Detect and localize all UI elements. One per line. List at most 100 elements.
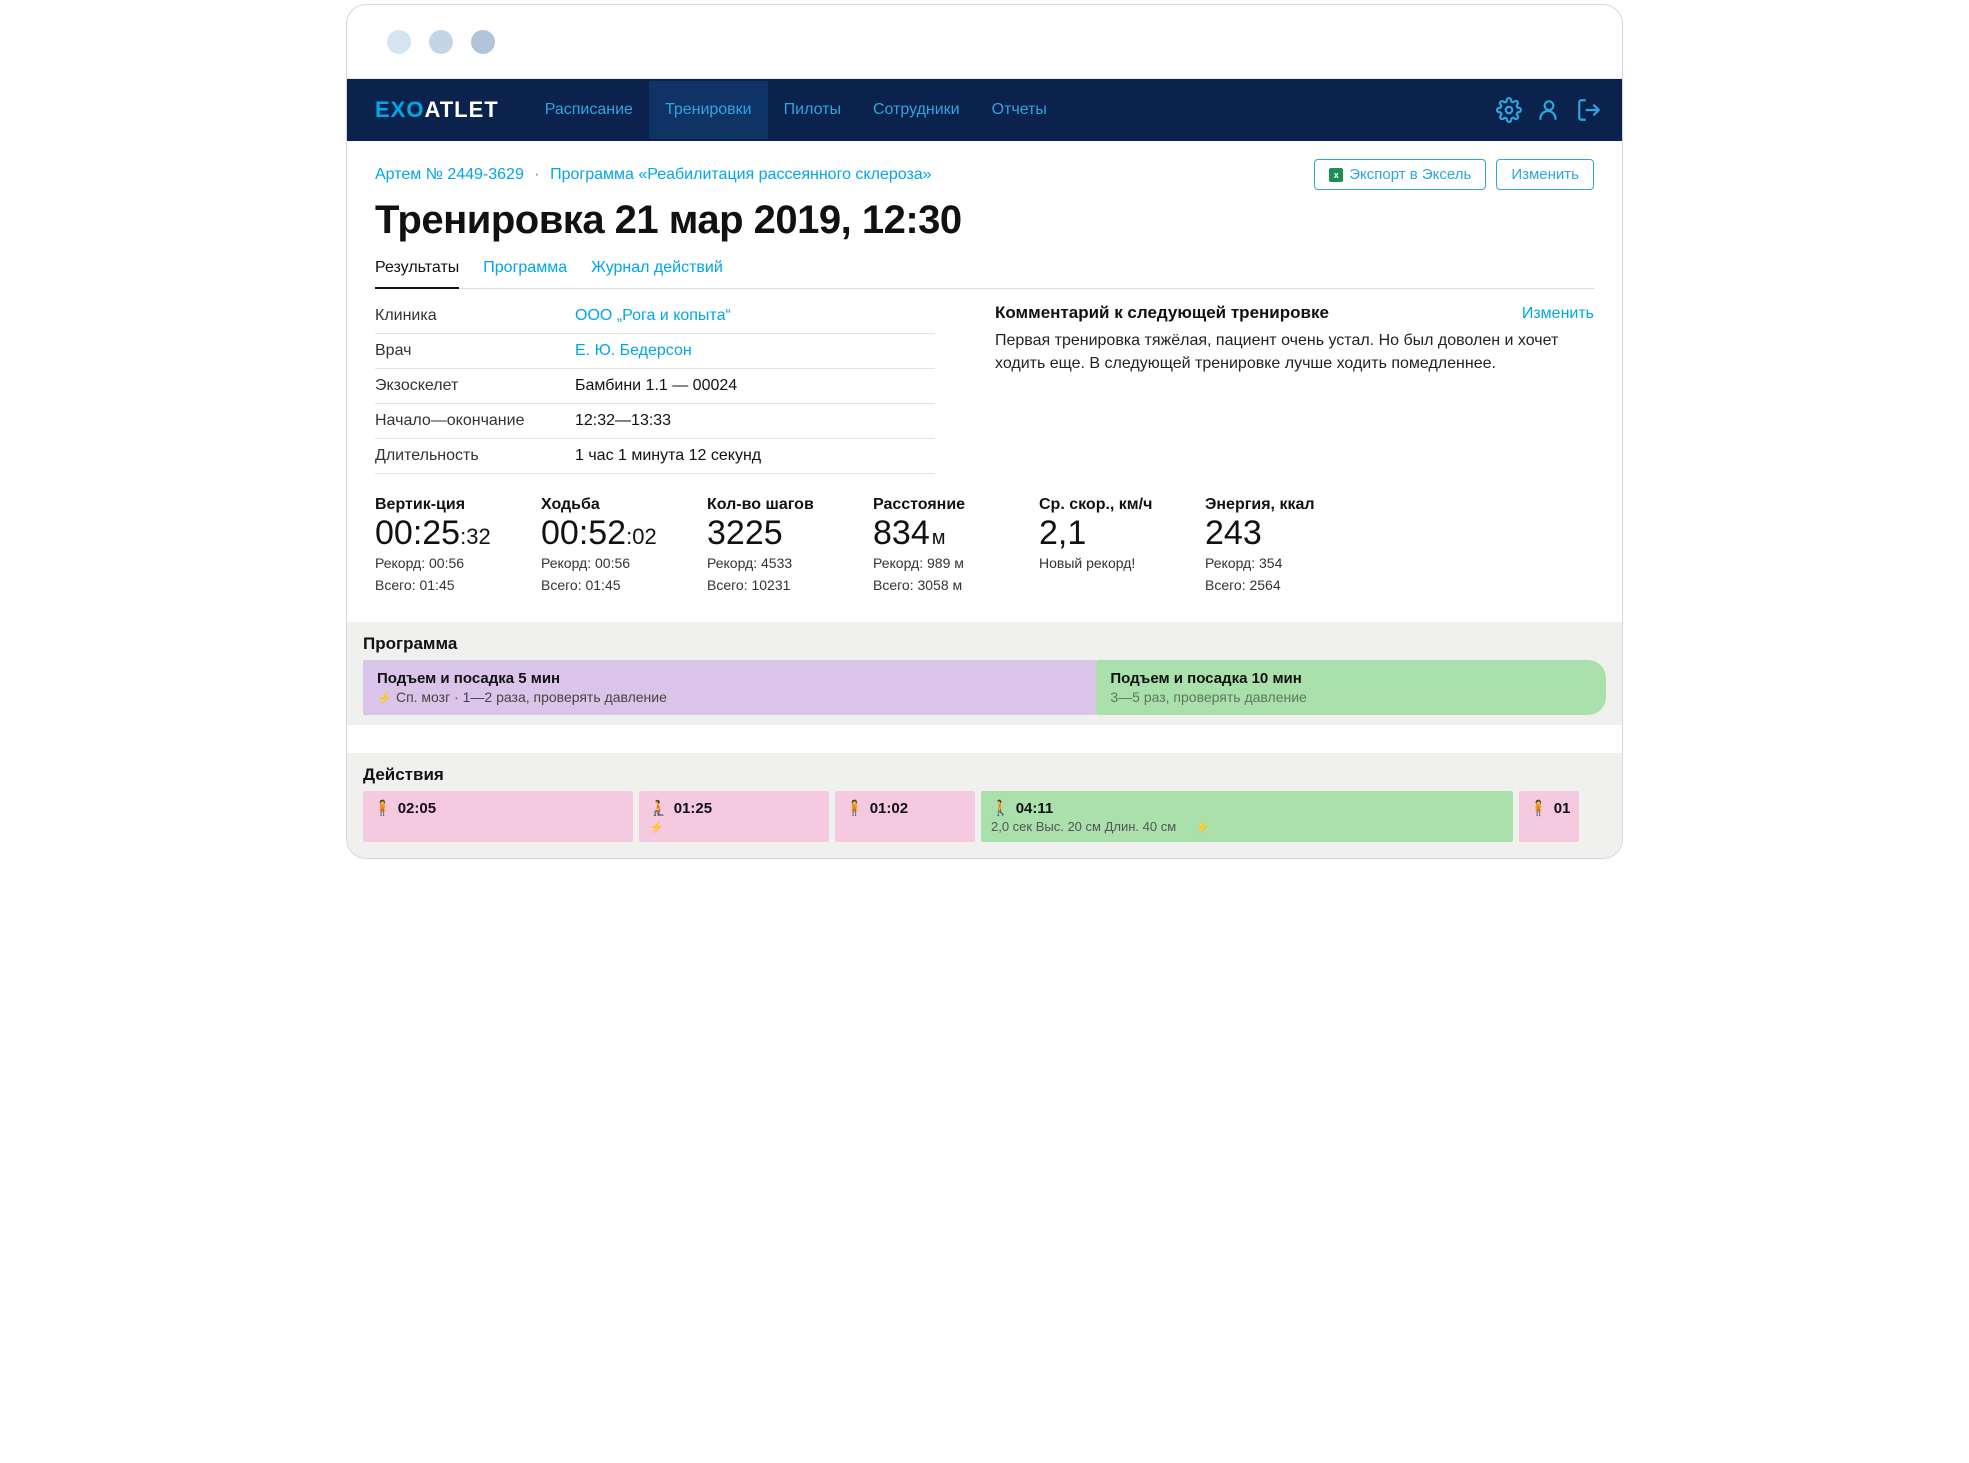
action-block[interactable]: 02:05: [363, 791, 633, 842]
breadcrumb-separator: ·: [534, 166, 539, 183]
stat-record: Рекорд: 00:56: [541, 554, 681, 572]
program-header: Программа: [347, 622, 1622, 660]
tab-action-log[interactable]: Журнал действий: [591, 253, 723, 288]
program-block-detail: 3—5 раз, проверять давление: [1110, 689, 1592, 705]
page-title: Тренировка 21 мар 2019, 12:30: [375, 198, 1594, 243]
stat-speed: Ср. скор., км/ч 2,1 Новый рекорд!: [1039, 496, 1179, 594]
info-doctor: Врач Е. Ю. Бедерсон: [375, 334, 935, 369]
stat-value: 00:52:02: [541, 516, 681, 550]
browser-window: EXOATLET Расписание Тренировки Пилоты Со…: [346, 4, 1623, 859]
bolt-icon: [1195, 819, 1210, 834]
action-block[interactable]: 04:11 2,0 сек Выс. 20 см Длин. 40 см: [981, 791, 1513, 842]
stat-total: Всего: 01:45: [375, 576, 515, 594]
stat-energy: Энергия, ккал 243 Рекорд: 354 Всего: 256…: [1205, 496, 1345, 594]
nav-employees[interactable]: Сотрудники: [857, 81, 976, 139]
stat-record: Рекорд: 354: [1205, 554, 1345, 572]
standing-icon: [373, 799, 392, 817]
doctor-link[interactable]: Е. Ю. Бедерсон: [575, 342, 692, 360]
window-decoration: [347, 5, 1622, 79]
stat-value: 243: [1205, 516, 1345, 550]
info-value: 1 час 1 минута 12 секунд: [575, 447, 761, 465]
breadcrumb-program[interactable]: Программа «Реабилитация рассеянного скле…: [550, 166, 932, 183]
window-dot: [471, 30, 495, 54]
tabs: Результаты Программа Журнал действий: [375, 253, 1594, 289]
window-dot: [387, 30, 411, 54]
info-label: Начало—окончание: [375, 412, 575, 430]
action-block[interactable]: 01: [1519, 791, 1579, 842]
excel-icon: x: [1329, 168, 1343, 182]
export-excel-button[interactable]: x Экспорт в Эксель: [1314, 159, 1486, 190]
nav-schedule[interactable]: Расписание: [529, 81, 649, 139]
comment-edit-link[interactable]: Изменить: [1522, 305, 1594, 323]
app-header: EXOATLET Расписание Тренировки Пилоты Со…: [347, 79, 1622, 141]
info-value: 12:32—13:33: [575, 412, 671, 430]
action-row: 04:11: [991, 799, 1503, 817]
page-actions: x Экспорт в Эксель Изменить: [1314, 159, 1594, 190]
info-duration: Длительность 1 час 1 минута 12 секунд: [375, 439, 935, 474]
clinic-link[interactable]: ООО „Рога и копыта“: [575, 307, 731, 325]
stats-row: Вертик-ция 00:25:32 Рекорд: 00:56 Всего:…: [375, 496, 1594, 594]
window-dot: [429, 30, 453, 54]
program-block[interactable]: Подъем и посадка 10 мин 3—5 раз, проверя…: [1096, 660, 1606, 715]
tab-program[interactable]: Программа: [483, 253, 567, 288]
nav-reports[interactable]: Отчеты: [976, 81, 1063, 139]
info-value: Бамбини 1.1 — 00024: [575, 377, 737, 395]
comment-panel: Комментарий к следующей тренировке Измен…: [995, 299, 1594, 474]
comment-header: Комментарий к следующей тренировке Измен…: [995, 303, 1594, 323]
action-row: 01: [1529, 799, 1569, 817]
nav-pilots[interactable]: Пилоты: [768, 81, 857, 139]
program-block-detail: Сп. мозг · 1—2 раза, проверять давление: [377, 689, 1082, 705]
stat-total: Всего: 2564: [1205, 576, 1345, 594]
content-area: Артем № 2449-3629 · Программа «Реабилита…: [347, 141, 1622, 594]
info-exoskeleton: Экзоскелет Бамбини 1.1 — 00024: [375, 369, 935, 404]
action-row: 01:02: [845, 799, 965, 817]
gear-icon[interactable]: [1496, 97, 1522, 123]
breadcrumb: Артем № 2449-3629 · Программа «Реабилита…: [375, 166, 932, 184]
stat-steps: Кол-во шагов 3225 Рекорд: 4533 Всего: 10…: [707, 496, 847, 594]
stat-distance: Расстояние 834м Рекорд: 989 м Всего: 305…: [873, 496, 1013, 594]
logo[interactable]: EXOATLET: [375, 97, 499, 123]
info-table: Клиника ООО „Рога и копыта“ Врач Е. Ю. Б…: [375, 299, 935, 474]
stat-value: 834м: [873, 516, 1013, 550]
bolt-icon: [649, 819, 664, 834]
stat-label: Расстояние: [873, 496, 1013, 514]
info-start-end: Начало—окончание 12:32—13:33: [375, 404, 935, 439]
logo-accent: EXO: [375, 97, 424, 122]
sitting-icon: [649, 799, 668, 817]
comment-body: Первая тренировка тяжёлая, пациент очень…: [995, 329, 1594, 375]
stat-vertical: Вертик-ция 00:25:32 Рекорд: 00:56 Всего:…: [375, 496, 515, 594]
tab-results[interactable]: Результаты: [375, 253, 459, 289]
action-row: 01:25: [649, 799, 819, 817]
info-label: Экзоскелет: [375, 377, 575, 395]
edit-button[interactable]: Изменить: [1496, 159, 1594, 190]
info-clinic: Клиника ООО „Рога и копыта“: [375, 299, 935, 334]
stat-record: Рекорд: 00:56: [375, 554, 515, 572]
info-label: Врач: [375, 342, 575, 360]
info-label: Длительность: [375, 447, 575, 465]
action-block[interactable]: 01:25: [639, 791, 829, 842]
action-block[interactable]: 01:02: [835, 791, 975, 842]
logout-icon[interactable]: [1576, 97, 1602, 123]
action-row: 02:05: [373, 799, 623, 817]
breadcrumb-patient[interactable]: Артем № 2449-3629: [375, 166, 524, 183]
stat-record: Рекорд: 989 м: [873, 554, 1013, 572]
details-columns: Клиника ООО „Рога и копыта“ Врач Е. Ю. Б…: [375, 299, 1594, 474]
stat-record: Новый рекорд!: [1039, 554, 1179, 572]
user-icon[interactable]: [1536, 97, 1562, 123]
standing-icon: [845, 799, 864, 817]
bolt-icon: [377, 689, 392, 705]
stat-label: Энергия, ккал: [1205, 496, 1345, 514]
stat-total: Всего: 10231: [707, 576, 847, 594]
program-block-title: Подъем и посадка 5 мин: [377, 670, 1082, 687]
stat-label: Вертик-ция: [375, 496, 515, 514]
stat-label: Кол-во шагов: [707, 496, 847, 514]
actions-timeline: 02:05 01:25 01:02 04:11 2,0 сек Выс. 20 …: [347, 791, 1622, 858]
stat-walk: Ходьба 00:52:02 Рекорд: 00:56 Всего: 01:…: [541, 496, 681, 594]
main-nav: Расписание Тренировки Пилоты Сотрудники …: [529, 81, 1063, 139]
program-block[interactable]: Подъем и посадка 5 мин Сп. мозг · 1—2 ра…: [363, 660, 1096, 715]
nav-trainings[interactable]: Тренировки: [649, 81, 768, 139]
stat-value: 3225: [707, 516, 847, 550]
program-block-title: Подъем и посадка 10 мин: [1110, 670, 1592, 687]
stat-record: Рекорд: 4533: [707, 554, 847, 572]
actions-header: Действия: [347, 753, 1622, 791]
